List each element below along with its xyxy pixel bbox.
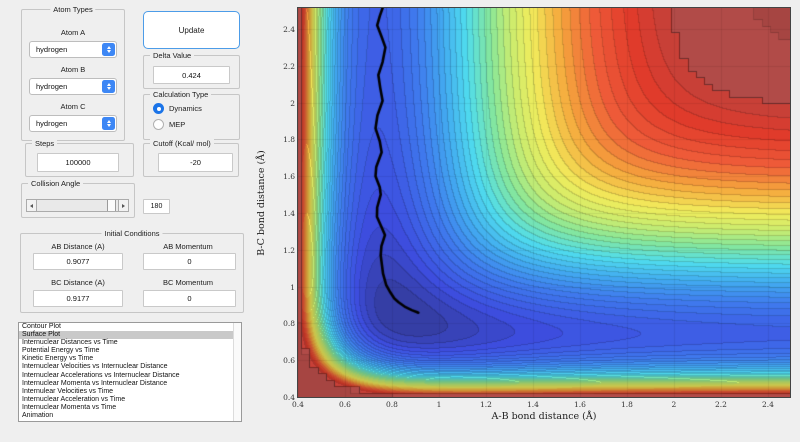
x-tick-label: 1.2 bbox=[479, 400, 492, 409]
cutoff-field[interactable]: -20 bbox=[158, 153, 233, 172]
y-tick-label: 1.4 bbox=[283, 208, 295, 218]
initial-conditions-panel: Initial Conditions AB Distance (A) AB Mo… bbox=[20, 229, 244, 313]
ab-momentum-label: AB Momentum bbox=[163, 242, 213, 251]
list-item[interactable]: Internuclear Momenta vs Internuclear Dis… bbox=[19, 380, 241, 388]
list-item[interactable]: Surface Plot bbox=[19, 331, 241, 340]
y-tick-label: 2.2 bbox=[283, 61, 295, 71]
pes-contour-plot: 0.4 0.6 0.8 1 1.2 1.4 1.6 1.8 2 2.2 2.4 0.4 0.6 0.8 1 1… bbox=[256, 7, 791, 422]
collision-angle-slider[interactable] bbox=[26, 199, 129, 212]
cutoff-panel: Cutoff (Kcal/ mol) -20 bbox=[143, 139, 239, 177]
calculation-type-title: Calculation Type bbox=[150, 90, 212, 99]
radio-selected-icon bbox=[153, 103, 164, 114]
y-tick-label: 1.8 bbox=[283, 135, 295, 145]
steps-field[interactable]: 100000 bbox=[37, 153, 119, 172]
list-item[interactable]: Internuclear Velocities vs Internuclear … bbox=[19, 363, 241, 371]
list-item[interactable]: Internuclear Distances vs Time bbox=[19, 339, 241, 347]
delta-value-field[interactable]: 0.424 bbox=[153, 66, 230, 84]
atom-c-label: Atom C bbox=[60, 102, 86, 111]
steps-panel: Steps 100000 bbox=[25, 139, 134, 177]
bc-momentum-label: BC Momentum bbox=[162, 278, 214, 287]
list-item[interactable]: Contour Plot bbox=[19, 323, 241, 331]
x-tick-label: 1.6 bbox=[573, 400, 586, 409]
y-tick-label: 0.4 bbox=[283, 393, 295, 402]
collision-angle-title: Collision Angle bbox=[28, 179, 84, 188]
dynamics-radio[interactable]: Dynamics bbox=[153, 103, 202, 114]
list-item[interactable]: Potential Energy vs Time bbox=[19, 347, 241, 355]
list-item[interactable]: Animation bbox=[19, 412, 241, 420]
steps-title: Steps bbox=[32, 139, 58, 148]
cutoff-title: Cutoff (Kcal/ mol) bbox=[150, 139, 214, 148]
atom-types-panel: Atom Types Atom A hydrogen Atom B hydrog… bbox=[21, 5, 125, 141]
delta-value-panel: Delta Value 0.424 bbox=[143, 51, 240, 89]
list-item[interactable]: Kinetic Energy vs Time bbox=[19, 355, 241, 363]
x-tick-label: 2 bbox=[671, 400, 677, 409]
list-item[interactable]: Internuclear Acceleration vs Time bbox=[19, 396, 241, 404]
y-tick-label: 0.6 bbox=[283, 356, 295, 366]
atom-a-value: hydrogen bbox=[36, 45, 68, 54]
collision-angle-panel: Collision Angle bbox=[21, 179, 135, 218]
radio-unselected-icon bbox=[153, 119, 164, 130]
bc-distance-label: BC Distance (A) bbox=[51, 278, 105, 287]
atom-types-title: Atom Types bbox=[50, 5, 96, 14]
atom-b-dropdown[interactable]: hydrogen bbox=[29, 78, 117, 95]
atom-b-label: Atom B bbox=[60, 65, 86, 74]
plot-type-listbox[interactable]: Contour Plot Surface Plot Internuclear Dis… bbox=[18, 322, 242, 422]
delta-value-title: Delta Value bbox=[150, 51, 195, 60]
ab-momentum-field[interactable]: 0 bbox=[143, 253, 236, 270]
x-axis-label: A-B bond distance (Å) bbox=[491, 411, 597, 422]
y-tick-label: 1.2 bbox=[283, 245, 295, 255]
atom-a-dropdown[interactable]: hydrogen bbox=[29, 41, 117, 58]
x-tick-label: 1.8 bbox=[620, 400, 633, 409]
atom-a-label: Atom A bbox=[60, 28, 86, 37]
atom-c-dropdown[interactable]: hydrogen bbox=[29, 115, 117, 132]
slider-track[interactable] bbox=[37, 200, 118, 211]
mep-radio-label: MEP bbox=[169, 120, 186, 129]
slider-left-arrow[interactable] bbox=[27, 200, 37, 211]
list-item[interactable]: Internuclear Accelerations vs Internucle… bbox=[19, 372, 241, 380]
x-tick-label: 0.6 bbox=[339, 400, 351, 409]
x-tick-label: 2.2 bbox=[714, 400, 727, 409]
pes-canvas bbox=[297, 7, 791, 398]
bc-distance-field[interactable]: 0.9177 bbox=[33, 290, 123, 307]
y-tick-label: 2.4 bbox=[283, 24, 295, 34]
ab-distance-label: AB Distance (A) bbox=[51, 242, 105, 251]
y-tick-label: 2 bbox=[290, 98, 295, 108]
bc-momentum-field[interactable]: 0 bbox=[143, 290, 236, 307]
list-item[interactable]: Internuclear Momenta vs Time bbox=[19, 404, 241, 412]
atom-c-value: hydrogen bbox=[36, 119, 68, 128]
x-tick-label: 0.8 bbox=[386, 400, 398, 409]
listbox-scrollbar[interactable] bbox=[233, 323, 241, 421]
y-tick-label: 1.6 bbox=[283, 172, 295, 182]
dropdown-stepper-icon bbox=[102, 43, 115, 56]
initial-conditions-title: Initial Conditions bbox=[101, 229, 163, 238]
list-item[interactable]: Internulear Velocities vs Time bbox=[19, 388, 241, 396]
y-tick-label: 0.8 bbox=[283, 319, 295, 329]
mep-radio[interactable]: MEP bbox=[153, 119, 185, 130]
y-axis-label: B-C bond distance (Å) bbox=[256, 149, 267, 256]
dropdown-stepper-icon bbox=[102, 80, 115, 93]
x-tick-label: 1.4 bbox=[526, 400, 539, 409]
plot-type-items: Contour Plot Surface Plot Internuclear Dis… bbox=[19, 323, 241, 420]
x-tick-label: 1 bbox=[436, 400, 442, 409]
ab-distance-field[interactable]: 0.9077 bbox=[33, 253, 123, 270]
slider-thumb[interactable] bbox=[106, 200, 116, 211]
slider-right-arrow[interactable] bbox=[118, 200, 128, 211]
x-tick-label: 2.4 bbox=[761, 400, 774, 409]
dropdown-stepper-icon bbox=[102, 117, 115, 130]
dynamics-radio-label: Dynamics bbox=[169, 104, 202, 113]
atom-b-value: hydrogen bbox=[36, 82, 68, 91]
y-tick-label: 1 bbox=[290, 282, 295, 292]
collision-angle-value[interactable]: 180 bbox=[143, 199, 170, 214]
calculation-type-panel: Calculation Type Dynamics MEP bbox=[143, 90, 240, 140]
update-button[interactable]: Update bbox=[143, 11, 240, 49]
